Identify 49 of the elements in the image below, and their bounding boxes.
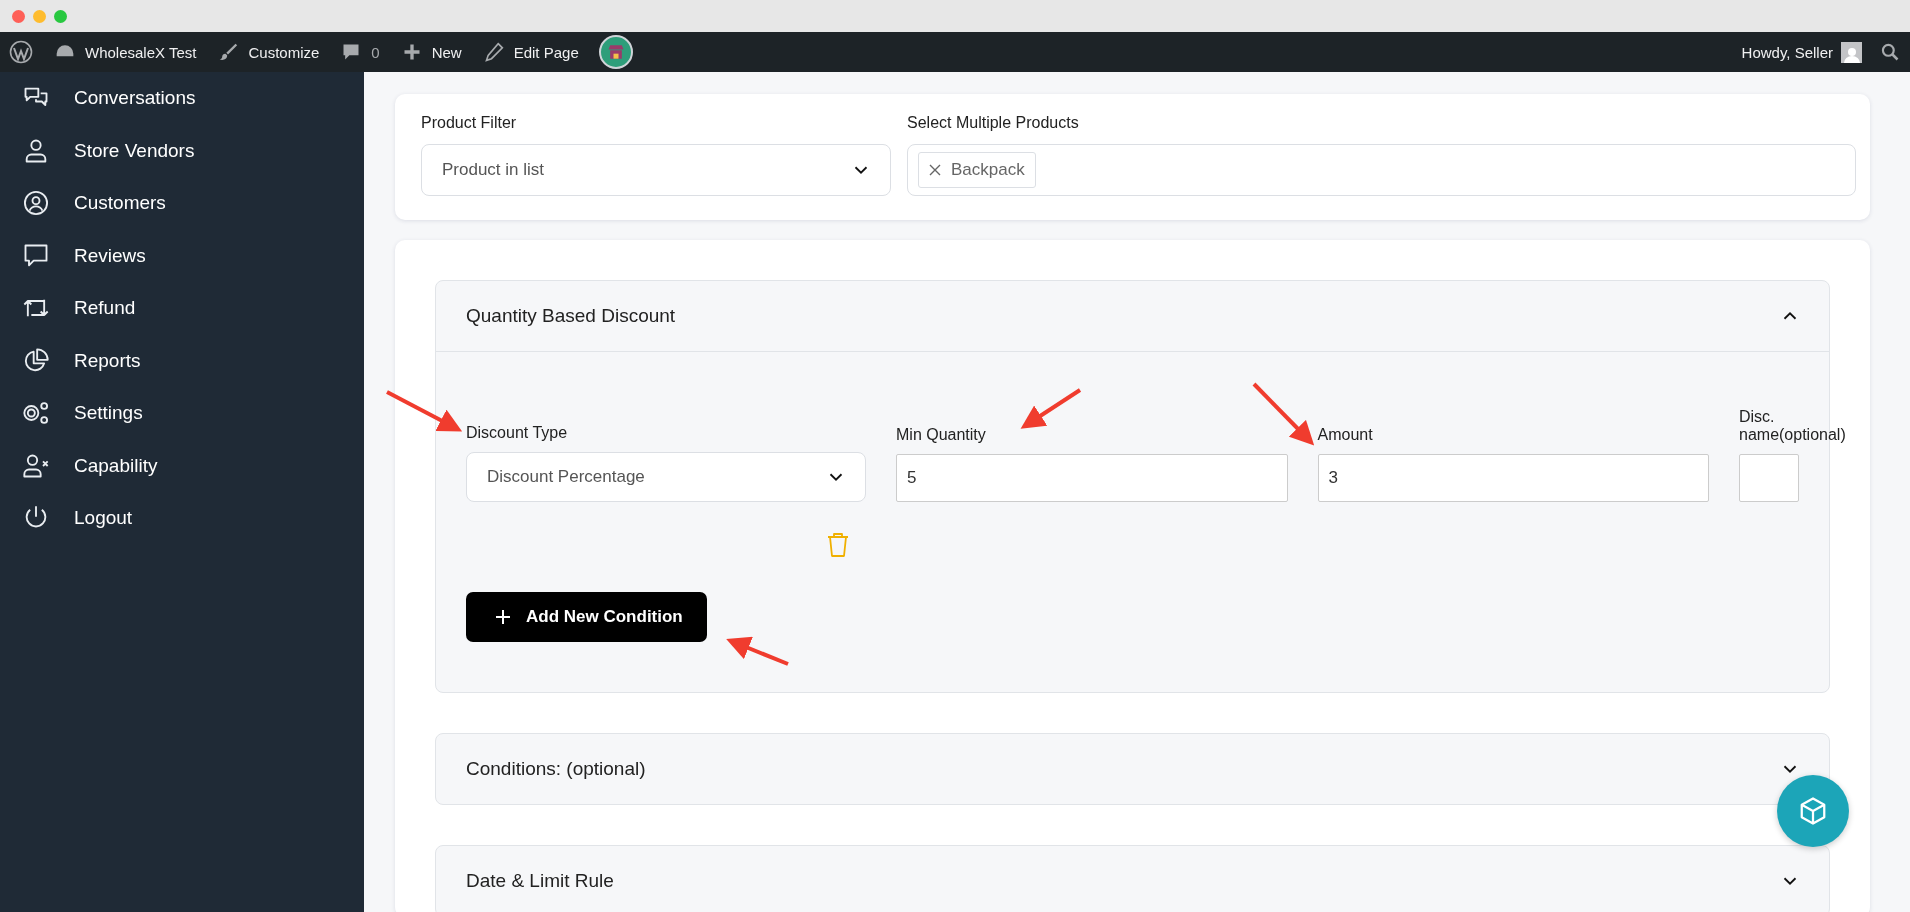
- discount-type-select[interactable]: Discount Percentage: [466, 452, 866, 502]
- annotation-arrow: [726, 636, 789, 666]
- remove-tag-icon[interactable]: [929, 164, 941, 176]
- annotation-arrow: [1020, 388, 1082, 429]
- new-link[interactable]: New: [401, 42, 462, 62]
- user-circle-icon: [22, 189, 50, 218]
- maximize-window-button[interactable]: [54, 9, 67, 23]
- product-tag: Backpack: [918, 152, 1036, 188]
- products-multiselect-field[interactable]: Backpack: [907, 144, 1856, 196]
- store-avatar-icon[interactable]: [598, 35, 633, 69]
- close-window-button[interactable]: [12, 9, 25, 23]
- field-label: Disc. name(optional): [1739, 408, 1847, 444]
- sidebar-item[interactable]: Refund: [0, 282, 364, 335]
- sidebar-item[interactable]: Store Vendors: [0, 124, 364, 177]
- accordion-header[interactable]: Quantity Based Discount: [436, 281, 1829, 351]
- add-new-condition-button[interactable]: Add New Condition: [466, 592, 707, 642]
- greeting-link[interactable]: Howdy, Seller: [1741, 43, 1833, 61]
- sidebar-item[interactable]: Customers: [0, 177, 364, 230]
- plus-icon: [494, 608, 512, 626]
- product-filter-select[interactable]: Product in list: [421, 144, 891, 196]
- field-label: Amount: [1317, 426, 1374, 444]
- input-field[interactable]: 5: [896, 454, 1288, 502]
- avatar-icon[interactable]: [1841, 41, 1862, 63]
- sidebar-item[interactable]: Reviews: [0, 229, 364, 282]
- search-icon[interactable]: [1880, 42, 1900, 62]
- accordion-header[interactable]: Conditions: (optional): [436, 734, 1829, 804]
- sidebar-item[interactable]: Settings: [0, 387, 364, 440]
- input-field[interactable]: [1739, 454, 1799, 502]
- trash-icon[interactable]: [826, 532, 850, 558]
- cube-icon: [1798, 796, 1828, 826]
- paintbrush-icon: [218, 42, 239, 62]
- accordion-header[interactable]: Date & Limit Rule: [436, 846, 1829, 912]
- sidebar-item[interactable]: Logout: [0, 492, 364, 545]
- comment-icon: [341, 42, 362, 62]
- site-link[interactable]: WholesaleX Test: [55, 42, 197, 62]
- customize-link[interactable]: Customize: [218, 42, 320, 62]
- sidebar-item[interactable]: Conversations: [0, 72, 364, 125]
- comments-link[interactable]: 0: [341, 42, 380, 62]
- field-label: Product Filter: [421, 114, 518, 132]
- field-label: Discount Type: [466, 424, 569, 442]
- field-label: Min Quantity: [896, 426, 987, 444]
- sidebar-item[interactable]: Capability: [0, 439, 364, 492]
- annotation-arrow: [1252, 382, 1315, 446]
- field-label: Select Multiple Products: [907, 114, 1080, 132]
- sidebar-item[interactable]: Reports: [0, 334, 364, 387]
- pencil-icon: [483, 42, 504, 62]
- edit-page-link[interactable]: Edit Page: [483, 42, 579, 62]
- wordpress-logo-icon[interactable]: [9, 40, 33, 64]
- input-field[interactable]: 3: [1317, 454, 1709, 502]
